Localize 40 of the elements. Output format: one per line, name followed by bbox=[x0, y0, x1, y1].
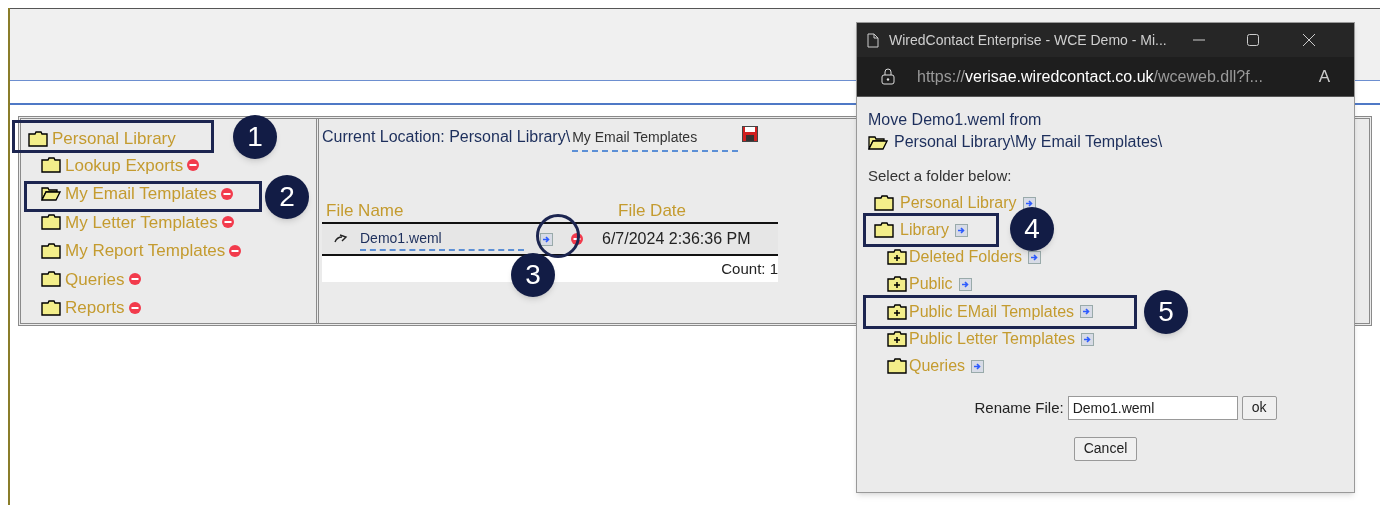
remove-icon[interactable] bbox=[571, 233, 583, 245]
page-icon bbox=[867, 32, 879, 48]
folder-link[interactable]: Public bbox=[909, 275, 953, 294]
column-header: File Date bbox=[618, 200, 687, 222]
folder-link[interactable]: Personal Library bbox=[52, 126, 176, 152]
file-date: 6/7/2024 2:36:36 PM bbox=[602, 229, 751, 249]
folder-link[interactable]: Queries bbox=[65, 266, 125, 292]
window-title: WiredContact Enterprise - WCE Demo - Mi... bbox=[889, 30, 1167, 50]
file-count: Count: 1 bbox=[721, 258, 778, 279]
folder-link[interactable]: My Letter Templates bbox=[65, 209, 218, 235]
move-heading: Move Demo1.weml from bbox=[868, 110, 1043, 130]
close-icon[interactable] bbox=[1302, 34, 1315, 46]
url-text[interactable]: https://verisae.wiredcontact.co.uk/wceweb.dll?f... bbox=[917, 64, 1263, 89]
source-path: Personal Library\My Email Templates\ bbox=[894, 132, 1163, 152]
file-link[interactable]: Demo1.weml bbox=[360, 227, 524, 251]
folder-link[interactable]: Public Letter Templates bbox=[909, 330, 1075, 349]
lock-icon bbox=[881, 68, 895, 85]
column-header: File Name bbox=[326, 200, 405, 222]
select-prompt: Select a folder below: bbox=[868, 166, 1013, 186]
folder-link[interactable]: Deleted Folders bbox=[909, 248, 1022, 267]
maximize-icon[interactable] bbox=[1246, 34, 1259, 46]
folder-link[interactable]: My Report Templates bbox=[65, 238, 226, 264]
open-folder-icon bbox=[868, 134, 888, 150]
folder-link[interactable]: Public EMail Templates bbox=[909, 302, 1075, 321]
save-icon[interactable] bbox=[742, 126, 759, 142]
folder-link[interactable]: Lookup Exports bbox=[65, 152, 184, 178]
folder-link[interactable]: My Email Templates bbox=[65, 181, 217, 207]
shortcut-arrow-icon bbox=[334, 234, 348, 244]
read-aloud-icon[interactable]: A bbox=[1318, 63, 1330, 90]
move-icon[interactable] bbox=[1022, 196, 1036, 210]
folder-link[interactable]: Queries bbox=[909, 357, 966, 376]
folder-link[interactable]: Library bbox=[900, 221, 949, 239]
rename-field[interactable]: Demo1.weml bbox=[1067, 396, 1238, 420]
location-field[interactable]: My Email Templates bbox=[572, 127, 739, 152]
location-label: Current Location: Personal Library\ bbox=[322, 127, 571, 147]
cancel-button[interactable]: Cancel bbox=[1073, 437, 1138, 461]
ok-button[interactable]: ok bbox=[1241, 396, 1277, 420]
rename-label: Rename File: bbox=[974, 397, 1064, 418]
folder-link[interactable]: Reports bbox=[65, 295, 125, 321]
move-icon[interactable] bbox=[1027, 250, 1041, 264]
